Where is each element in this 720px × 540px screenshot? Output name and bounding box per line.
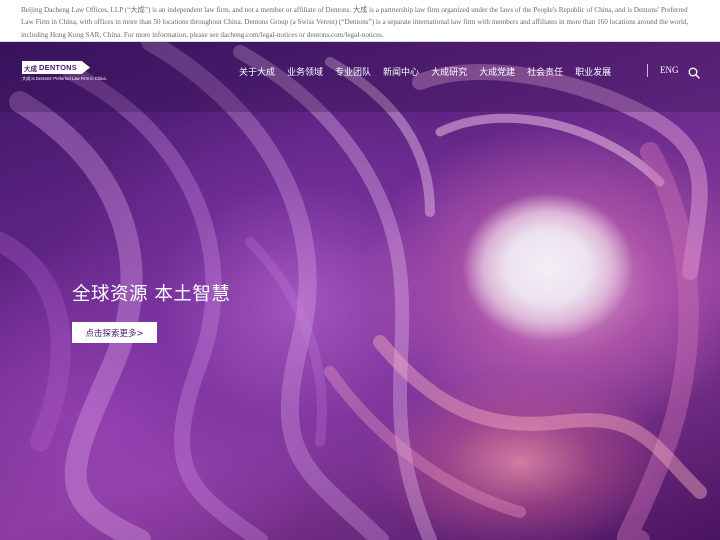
hero-headline: 全球资源 本土智慧 — [72, 284, 231, 305]
nav-item-practices[interactable]: 业务领域 — [287, 65, 323, 78]
nav-divider — [647, 64, 648, 77]
nav-item-about[interactable]: 关于大成 — [239, 65, 275, 78]
search-icon[interactable] — [688, 64, 700, 79]
site-header: 大成 DENTONS 大成 is Dentons' Preferred Law … — [0, 42, 720, 98]
nav-item-party[interactable]: 大成党建 — [479, 65, 515, 78]
nav-item-research[interactable]: 大成研究 — [431, 65, 467, 78]
explore-more-button[interactable]: 点击探索更多> — [72, 322, 157, 343]
nav-item-csr[interactable]: 社会责任 — [527, 65, 563, 78]
nav-item-team[interactable]: 专业团队 — [335, 65, 371, 78]
main-nav: 关于大成 业务领域 专业团队 新闻中心 大成研究 大成党建 社会责任 职业发展 — [239, 65, 623, 78]
logo-wordmark: DENTONS — [39, 63, 77, 72]
language-switch[interactable]: ENG — [660, 65, 679, 75]
logo-mark: 大成 — [24, 64, 37, 73]
dentons-logo[interactable]: 大成 DENTONS — [22, 61, 90, 74]
nav-item-careers[interactable]: 职业发展 — [575, 65, 611, 78]
legal-disclaimer: Beijing Dacheng Law Offices, LLP (“大成”) … — [0, 0, 720, 42]
logo-tagline: 大成 is Dentons' Preferred Law Firm in Chi… — [22, 76, 107, 81]
nav-item-news[interactable]: 新闻中心 — [383, 65, 419, 78]
